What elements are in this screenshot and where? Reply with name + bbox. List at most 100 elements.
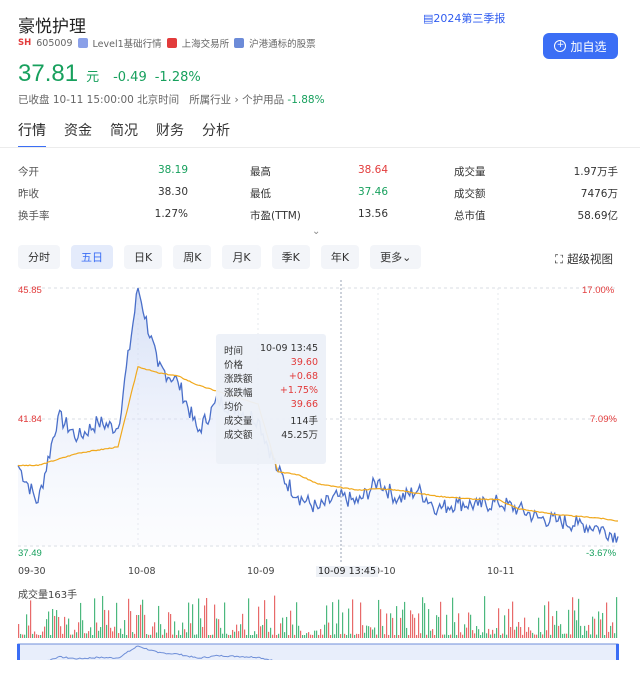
volume-bar — [394, 634, 396, 638]
volume-bar — [464, 624, 466, 638]
volume-bar — [586, 630, 588, 638]
period-selector: 分时 五日 日K 周K 月K 季K 年K 更多 ⌄ — [18, 245, 422, 269]
tab-profile[interactable]: 简况 — [110, 120, 138, 148]
volume-bar — [386, 613, 388, 638]
main-tabs: 行情 资金 简况 财务 分析 — [18, 120, 230, 148]
expand-chevron-icon[interactable]: ⌄ — [312, 226, 320, 237]
stock-code: 605009 — [36, 37, 73, 49]
super-view-button[interactable]: ⛶ 超级视图 — [555, 251, 613, 267]
volume-bar — [498, 608, 500, 638]
volume-bar — [522, 634, 524, 638]
volume-bar — [64, 616, 66, 638]
volume-bar — [52, 608, 54, 638]
volume-bar — [202, 626, 204, 638]
report-link[interactable]: ▤2024第三季报 — [423, 10, 505, 26]
price-row: 37.81 元 -0.49 -1.28% — [18, 60, 201, 88]
volume-bar — [158, 605, 160, 638]
volume-bar — [570, 634, 572, 638]
volume-bar — [120, 628, 122, 638]
volume-bar — [126, 634, 128, 638]
period-monthly-k[interactable]: 月K — [222, 245, 261, 269]
volume-bar — [240, 624, 242, 638]
volume-bar — [144, 614, 146, 638]
period-more[interactable]: 更多 ⌄ — [370, 245, 422, 269]
volume-bar — [442, 634, 444, 638]
tip-pct-label: 涨跌幅 — [224, 388, 253, 399]
volume-bar — [282, 617, 284, 638]
volume-bar — [334, 634, 336, 638]
volume-bar — [546, 630, 548, 638]
tip-pct: +1.75% — [279, 385, 318, 396]
super-view-label: 超级视图 — [567, 252, 614, 266]
volume-bar — [266, 619, 268, 638]
volume-bar — [286, 616, 288, 638]
volume-bar — [80, 602, 82, 638]
tab-quote[interactable]: 行情 — [18, 120, 46, 148]
volume-bar — [576, 620, 578, 638]
volume-bar — [590, 634, 592, 638]
low-value: 37.46 — [357, 185, 388, 198]
volume-bar — [490, 634, 492, 638]
volume-bar — [318, 634, 320, 638]
period-quarterly-k[interactable]: 季K — [271, 245, 310, 269]
add-watchlist-button[interactable]: + 加自选 — [543, 33, 618, 59]
volume-bar — [190, 623, 192, 638]
volume-bar — [254, 631, 256, 638]
volume-bar — [614, 633, 616, 638]
period-5day[interactable]: 五日 — [71, 245, 113, 269]
volume-bar — [106, 624, 108, 638]
period-yearly-k[interactable]: 年K — [320, 245, 360, 269]
volume-bar — [324, 624, 326, 638]
level-label: Level1基础行情 — [92, 39, 162, 50]
volume-bar — [30, 600, 32, 638]
volume-bar — [472, 630, 474, 638]
volume-bar — [460, 632, 462, 638]
period-daily-k[interactable]: 日K — [124, 245, 163, 269]
industry-info[interactable]: 所属行业 › 个护用品 -1.88% — [189, 92, 324, 107]
volume-bar — [58, 616, 60, 638]
volume-bar — [562, 633, 564, 638]
volume-bar — [452, 597, 454, 638]
navigator-handle-left — [17, 644, 20, 660]
volume-bar — [372, 629, 374, 638]
volume-bar — [322, 634, 324, 638]
amount-label: 成交额 — [454, 187, 486, 200]
crosshair-time-label: 10-09 13:45 — [316, 566, 379, 577]
volume-bar — [312, 634, 314, 638]
volume-bar — [378, 599, 380, 638]
volume-bar — [72, 634, 74, 638]
volume-bar — [68, 618, 70, 638]
volume-bar — [262, 624, 264, 638]
volume-bar — [340, 634, 342, 638]
volume-bar — [28, 625, 30, 638]
volume-bar — [306, 633, 308, 638]
volume-bar — [316, 630, 318, 638]
volume-bar — [504, 615, 506, 638]
period-intraday[interactable]: 分时 — [18, 245, 60, 269]
volume-bar — [494, 633, 496, 638]
volume-bar — [514, 629, 516, 638]
tab-analysis[interactable]: 分析 — [202, 120, 230, 148]
volume-bar — [76, 632, 78, 638]
volume-bar — [360, 602, 362, 638]
volume-bar — [554, 624, 556, 638]
volume-bar — [242, 613, 244, 638]
volume-bar — [594, 618, 596, 638]
chevron-right-icon: › — [234, 94, 239, 106]
volume-bar — [584, 625, 586, 638]
volume-bar — [294, 634, 296, 638]
volume-bar — [136, 614, 138, 638]
volume-bar — [150, 634, 152, 638]
volume-bar — [250, 635, 252, 638]
volume-bar — [392, 617, 394, 638]
volume-bar — [160, 624, 162, 638]
volume-bar — [40, 634, 42, 638]
tab-finance[interactable]: 财务 — [156, 120, 184, 148]
volume-bar — [508, 608, 510, 638]
tab-funds[interactable]: 资金 — [64, 120, 92, 148]
volume-bar — [204, 605, 206, 638]
price-unit: 元 — [86, 70, 100, 85]
volume-bar — [596, 634, 598, 638]
period-weekly-k[interactable]: 周K — [173, 245, 212, 269]
volume-bar — [500, 634, 502, 638]
